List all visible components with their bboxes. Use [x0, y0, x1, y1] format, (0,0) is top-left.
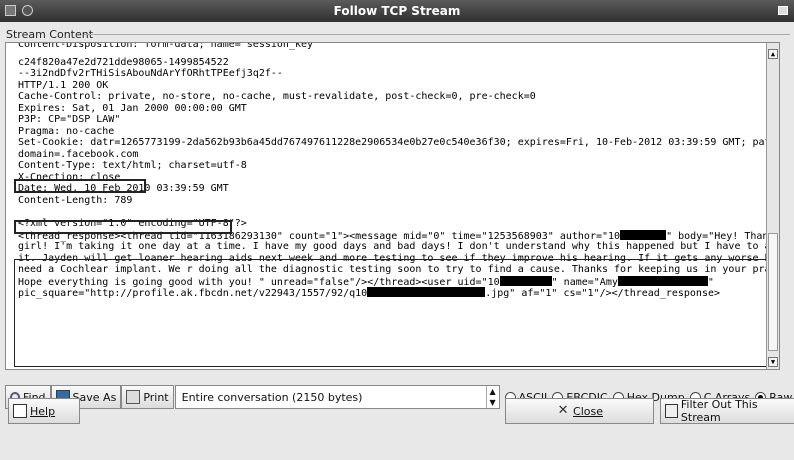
body-line: girl! I'm taking it one day at a time. I… [18, 241, 780, 252]
select-arrows-icon[interactable]: ▲ ▼ [485, 386, 499, 408]
highlight-box-body [14, 259, 772, 367]
close-icon: ✕ [557, 403, 569, 418]
stream-line: Expires: Sat, 01 Jan 2000 00:00:00 GMT [18, 102, 247, 114]
stream-line: --3i2ndDfv2rTHiSisAbouNdArYfORhtTPEefj3q… [18, 68, 283, 79]
body-text: " body="Hey! Thanks [666, 230, 780, 242]
print-icon [126, 390, 141, 404]
maximize-icon[interactable] [778, 6, 788, 15]
help-button[interactable]: Help [8, 398, 80, 424]
stream-line: Pragma: no-cache [18, 125, 115, 137]
help-label: Help [30, 404, 56, 418]
filter-out-stream-button[interactable]: Filter Out This Stream [660, 398, 794, 424]
stream-line: Set-Cookie: datr=1265773199-2da562b93b6a… [18, 137, 780, 148]
stream-line: P3P: CP="DSP LAW" [18, 114, 121, 125]
stream-line: Cache-Control: private, no-store, no-cac… [18, 91, 536, 102]
filter-label: Filter Out This Stream [680, 398, 758, 424]
scroll-up-arrow-icon[interactable]: ▲ [768, 49, 778, 59]
print-label: Print [143, 390, 169, 404]
group-divider [84, 34, 790, 35]
stream-line: domain=.facebook.com [18, 148, 139, 160]
stream-line: Content-Type: text/html; charset=utf-8 [18, 160, 247, 171]
scroll-down-arrow-icon[interactable]: ▼ [768, 357, 778, 367]
title-bar: Follow TCP Stream [0, 0, 794, 22]
conversation-select-value: Entire conversation (2150 bytes) [181, 390, 363, 404]
scrollbar-thumb[interactable] [768, 233, 778, 351]
stream-line: c24f820a47e2d721dde98065-1499854522 [18, 56, 229, 68]
stream-line: Content-Length: 789 [18, 194, 133, 206]
help-icon [13, 404, 27, 418]
highlight-box-domain [14, 179, 146, 193]
filter-icon [665, 404, 678, 418]
window-title: Follow TCP Stream [333, 4, 461, 18]
redaction-block [620, 229, 667, 240]
stream-content-textarea[interactable]: Content-Disposition: form-data; name="se… [5, 42, 780, 370]
close-label: Close [573, 404, 603, 418]
vertical-scrollbar[interactable]: ▲ ▼ [766, 43, 779, 369]
close-button[interactable]: ✕ Close [505, 398, 654, 424]
print-button[interactable]: Print [121, 385, 174, 409]
highlight-box-date [14, 220, 232, 234]
stream-line: HTTP/1.1 200 OK [18, 79, 109, 91]
stream-line-cut: Content-Disposition: form-data; name="se… [18, 42, 320, 50]
conversation-select[interactable]: Entire conversation (2150 bytes) ▲ ▼ [174, 385, 500, 409]
stream-content-label: Stream Content [6, 28, 94, 41]
